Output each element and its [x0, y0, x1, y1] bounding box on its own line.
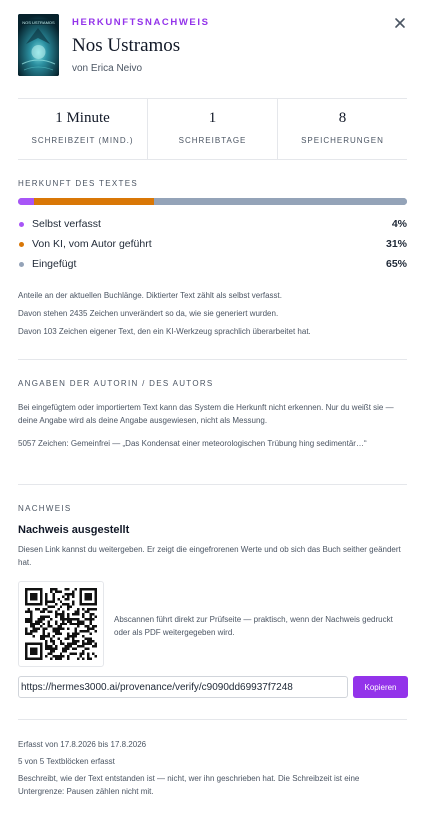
origin-bar-self-written [18, 198, 34, 205]
origin-bar [18, 198, 407, 205]
book-author: von Erica Neivo [72, 63, 143, 74]
stat-saves: 8 SPEICHERUNGEN [277, 99, 407, 159]
stat-label: SCHREIBZEIT (MIND.) [31, 136, 134, 145]
stat-label: SCHREIBTAGE [178, 136, 247, 145]
stat-label: SPEICHERUNGEN [301, 136, 384, 145]
origin-legend: Selbst verfasst 4% Von KI, vom Autor gef… [18, 218, 407, 278]
origin-bar-pasted [154, 198, 407, 205]
divider [18, 359, 407, 360]
author-info-text: Bei eingefügtem oder importiertem Text k… [18, 403, 394, 425]
origin-bar-ai-guided [33, 198, 155, 205]
legend-dot [19, 262, 24, 267]
qr-code [18, 581, 104, 667]
footer-disclaimer: Beschreibt, wie der Text entstanden ist … [18, 774, 360, 796]
captured-range: Erfasst von 17.8.2026 bis 17.8.2026 [18, 740, 147, 749]
legend-item-self-written: Selbst verfasst 4% [18, 218, 407, 238]
book-cover-image: NOS USTRAMOS [18, 14, 59, 76]
blocks-captured: 5 von 5 Textblöcken erfasst [18, 757, 115, 766]
origin-heading: HERKUNFT DES TEXTES [18, 179, 138, 188]
origin-note: Davon 103 Zeichen eigener Text, den ein … [18, 327, 311, 336]
header: NOS USTRAMOS HERKUNFTSNACHWEIS Nos Ustra… [18, 14, 407, 78]
stat-value: 8 [338, 110, 347, 126]
legend-percent: 31% [385, 238, 407, 250]
stats-row: 1 Minute SCHREIBZEIT (MIND.) 1 SCHREIBTA… [18, 99, 407, 159]
close-button[interactable] [393, 16, 407, 30]
legend-item-pasted: Eingefügt 65% [18, 258, 407, 278]
stat-value: 1 [208, 110, 217, 126]
close-icon [395, 18, 405, 28]
origin-note: Anteile an der aktuellen Buchlänge. Dikt… [18, 291, 282, 300]
proof-url-field[interactable] [18, 676, 348, 698]
author-info-entry: 5057 Zeichen: Gemeinfrei — „Das Kondensa… [18, 439, 367, 448]
legend-percent: 4% [391, 218, 407, 230]
book-title: Nos Ustramos [72, 35, 181, 56]
divider [18, 484, 407, 485]
legend-dot [19, 222, 24, 227]
cover-art: NOS USTRAMOS [18, 14, 59, 76]
legend-percent: 65% [385, 258, 407, 270]
proof-subheading: Nachweis ausgestellt [18, 524, 130, 536]
legend-dot [19, 242, 24, 247]
proof-text: Diesen Link kannst du weitergeben. Er ze… [18, 545, 401, 567]
legend-item-ai-guided: Von KI, vom Autor geführt 31% [18, 238, 407, 258]
qr-note: Abscannen führt direkt zur Prüfseite — p… [114, 615, 393, 637]
stat-writing-time: 1 Minute SCHREIBZEIT (MIND.) [18, 99, 147, 159]
divider [18, 719, 407, 720]
stat-writing-days: 1 SCHREIBTAGE [147, 99, 277, 159]
legend-label: Eingefügt [32, 258, 77, 270]
divider [18, 159, 407, 160]
legend-label: Von KI, vom Autor geführt [32, 238, 152, 250]
copy-button[interactable]: Kopieren [353, 676, 408, 698]
provenance-eyebrow: HERKUNFTSNACHWEIS [72, 17, 210, 28]
origin-note: Davon stehen 2435 Zeichen unverändert so… [18, 309, 279, 318]
legend-label: Selbst verfasst [32, 218, 101, 230]
qr-code-icon [25, 588, 97, 660]
svg-text:NOS USTRAMOS: NOS USTRAMOS [22, 20, 55, 25]
author-info-heading: ANGABEN DER AUTORIN / DES AUTORS [18, 379, 214, 388]
proof-heading: NACHWEIS [18, 504, 72, 513]
stat-value: 1 Minute [55, 110, 110, 126]
